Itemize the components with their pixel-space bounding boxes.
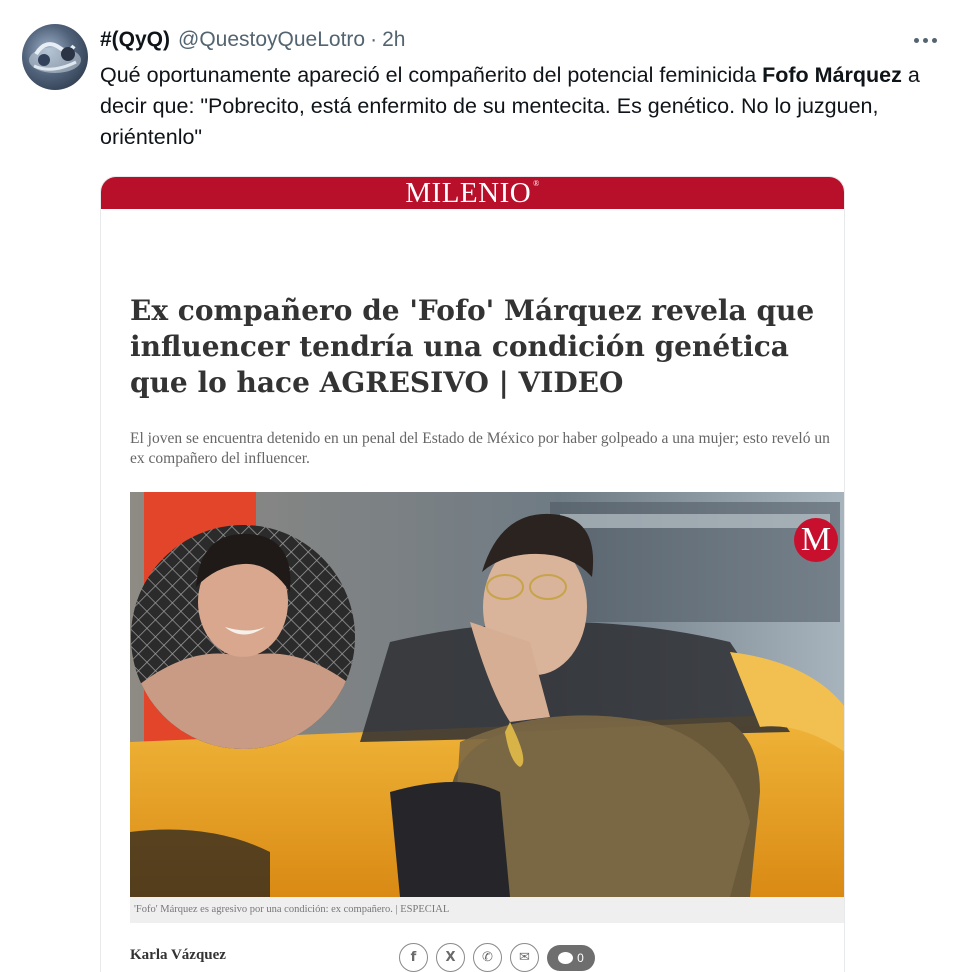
photo-caption: 'Fofo' Márquez es agresivo por una condi… (130, 897, 844, 923)
comment-bubble-icon (558, 951, 574, 964)
separator: · (370, 28, 378, 51)
article-headline: Ex compañero de 'Fofo' Márquez revela qu… (130, 294, 815, 399)
whatsapp-share-icon: ✆ (473, 943, 502, 972)
photo-illustration (130, 492, 844, 897)
brand-name: MILENIO (405, 177, 532, 209)
tweet-text: Qué oportunamente apareció el compañerit… (100, 60, 940, 153)
registered-mark: ® (533, 179, 540, 188)
mention-fofo-marquez: Fofo Márquez (762, 63, 902, 87)
tweet-header: #(QyQ) @QuestoyQueLotro · 2h (100, 26, 405, 54)
comments-count: 0 (577, 950, 584, 965)
tweet[interactable]: #(QyQ) @QuestoyQueLotro · 2h Qué oportun… (0, 0, 960, 972)
display-name[interactable]: #(QyQ) (100, 28, 170, 52)
milenio-masthead: MILENIO ® (101, 177, 844, 209)
user-handle[interactable]: @QuestoyQueLotro (178, 28, 365, 52)
article-deck: El joven se encuentra detenido en un pen… (130, 430, 830, 467)
milenio-logo: MILENIO ® (405, 177, 540, 209)
tweet-text-part1: Qué oportunamente apareció el compañerit… (100, 63, 763, 87)
article-photo: M (130, 492, 844, 897)
attached-image[interactable]: MILENIO ® Ex compañero de 'Fofo' Márquez … (100, 176, 845, 972)
timestamp[interactable]: 2h (382, 28, 405, 52)
comments-badge: 0 (547, 944, 595, 971)
x-share-icon: X (436, 943, 465, 972)
more-horizontal-icon[interactable] (908, 26, 942, 54)
avatar-image (29, 42, 81, 73)
avatar[interactable] (22, 24, 88, 90)
facebook-share-icon: f (399, 943, 428, 972)
share-bar: f X ✆ ✉ 0 (399, 943, 595, 972)
article-author: Karla Vázquez (130, 947, 226, 963)
milenio-m-logo: M (794, 518, 838, 562)
email-share-icon: ✉ (510, 943, 539, 972)
